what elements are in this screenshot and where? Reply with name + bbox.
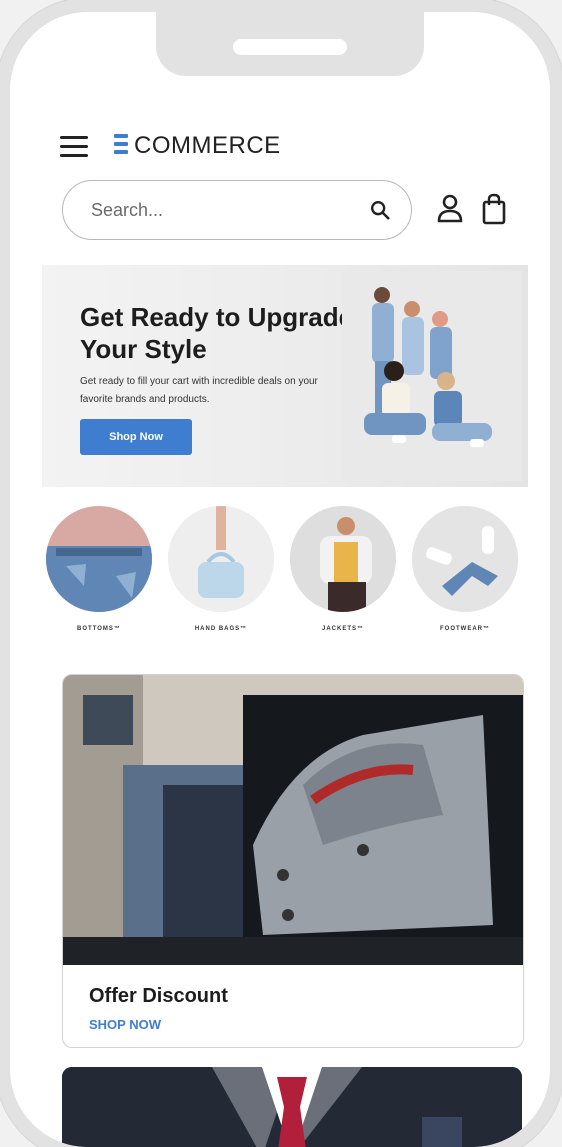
- category-jackets[interactable]: JACKETS™: [290, 506, 396, 632]
- shop-now-link[interactable]: SHOP NOW: [89, 1017, 161, 1032]
- speaker-grille: [233, 39, 347, 55]
- category-hand-bags[interactable]: HAND BAGS™: [168, 506, 274, 632]
- shop-now-button[interactable]: Shop Now: [80, 419, 192, 455]
- category-footwear-image: [412, 506, 518, 612]
- shirts-image: [63, 675, 523, 965]
- category-jackets-image: [290, 506, 396, 612]
- category-footwear-label: FOOTWEAR™: [440, 626, 490, 632]
- hamburger-menu-icon[interactable]: [60, 136, 88, 158]
- search-input[interactable]: [89, 195, 353, 225]
- phone-notch: [156, 12, 424, 76]
- user-icon[interactable]: [436, 194, 464, 224]
- hero-banner: Get Ready to Upgrade Your Style Get read…: [42, 265, 528, 487]
- search-icon[interactable]: [369, 199, 391, 221]
- category-jackets-label: JACKETS™: [321, 626, 364, 632]
- app-header: COMMERCE: [50, 130, 510, 170]
- phone-frame: COMMERCE Get Ready to Upgrade Your Style…: [10, 12, 550, 1147]
- logo-text[interactable]: COMMERCE: [134, 130, 281, 162]
- category-list: BOTTOMS™ HAND BAGS™ JACKETS™ FOOTWEAR™: [42, 506, 528, 646]
- hero-models-image: [342, 271, 522, 481]
- offer-card-title: Offer Discount: [89, 985, 228, 1007]
- logo-icon: [114, 134, 128, 158]
- suit-card[interactable]: [62, 1067, 522, 1147]
- category-bottoms[interactable]: BOTTOMS™: [46, 506, 152, 632]
- category-footwear[interactable]: FOOTWEAR™: [412, 506, 518, 632]
- hero-subtitle: Get ready to fill your cart with incredi…: [80, 376, 318, 405]
- suit-image: [62, 1067, 522, 1147]
- shopping-bag-icon[interactable]: [481, 193, 507, 225]
- category-hand-bags-label: HAND BAGS™: [194, 626, 248, 632]
- category-bottoms-image: [46, 506, 152, 612]
- hero-title: Get Ready to Upgrade Your Style: [80, 302, 354, 364]
- category-bottoms-label: BOTTOMS™: [77, 626, 121, 632]
- screen: COMMERCE Get Ready to Upgrade Your Style…: [32, 12, 528, 1147]
- search-bar: [62, 180, 412, 240]
- category-hand-bags-image: [168, 506, 274, 612]
- offer-card[interactable]: Offer Discount SHOP NOW: [62, 674, 524, 1048]
